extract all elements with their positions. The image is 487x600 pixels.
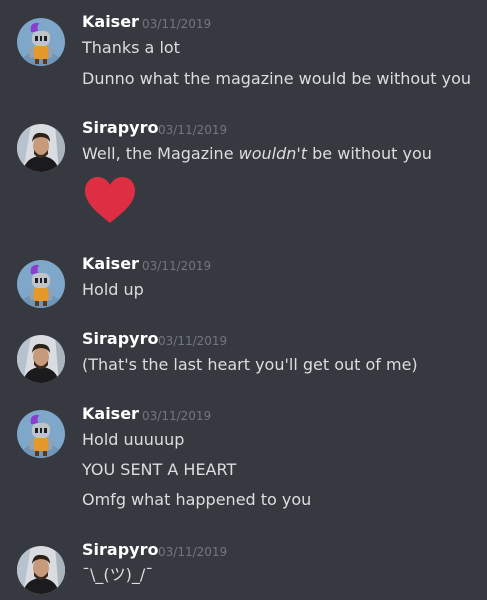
message-text-emphasis: wouldn't — [238, 144, 308, 163]
message-text-part: Well, the Magazine — [82, 144, 239, 163]
heart-emoji[interactable] — [82, 175, 138, 225]
photo-avatar[interactable] — [17, 546, 65, 594]
message-text: Dunno what the magazine would be without… — [82, 69, 472, 88]
message-text: Well, the Magazine wouldn't be without y… — [82, 144, 432, 164]
timestamp: 03/11/2019 — [142, 409, 212, 423]
username[interactable]: Sirapyro — [82, 118, 158, 138]
knight-avatar[interactable] — [17, 260, 65, 308]
message-text: Thanks a lot — [82, 38, 180, 57]
username[interactable]: Kaiser — [82, 254, 139, 274]
message-text: Hold up — [82, 280, 144, 299]
timestamp: 03/11/2019 — [158, 545, 228, 559]
timestamp: 03/11/2019 — [158, 334, 228, 348]
username[interactable]: Sirapyro — [82, 329, 158, 349]
message-text: (That's the last heart you'll get out of… — [82, 355, 418, 374]
knight-avatar[interactable] — [17, 18, 65, 66]
message-text: YOU SENT A HEART — [82, 460, 237, 479]
knight-avatar[interactable] — [17, 410, 65, 458]
chat-messages: Kaiser 03/11/2019 Thanks a lot Dunno wha… — [0, 0, 487, 600]
timestamp: 03/11/2019 — [142, 17, 212, 31]
username[interactable]: Kaiser — [82, 12, 139, 32]
message-text: ¯\_(ツ)_/¯ — [82, 565, 154, 584]
username[interactable]: Sirapyro — [82, 540, 158, 560]
message-text: Omfg what happened to you — [82, 490, 312, 509]
photo-avatar[interactable] — [17, 335, 65, 383]
message-text-part: be without you — [307, 144, 432, 163]
photo-avatar[interactable] — [17, 124, 65, 172]
timestamp: 03/11/2019 — [142, 259, 212, 273]
username[interactable]: Kaiser — [82, 404, 139, 424]
timestamp: 03/11/2019 — [158, 123, 228, 137]
message-text: Hold uuuuup — [82, 430, 185, 449]
